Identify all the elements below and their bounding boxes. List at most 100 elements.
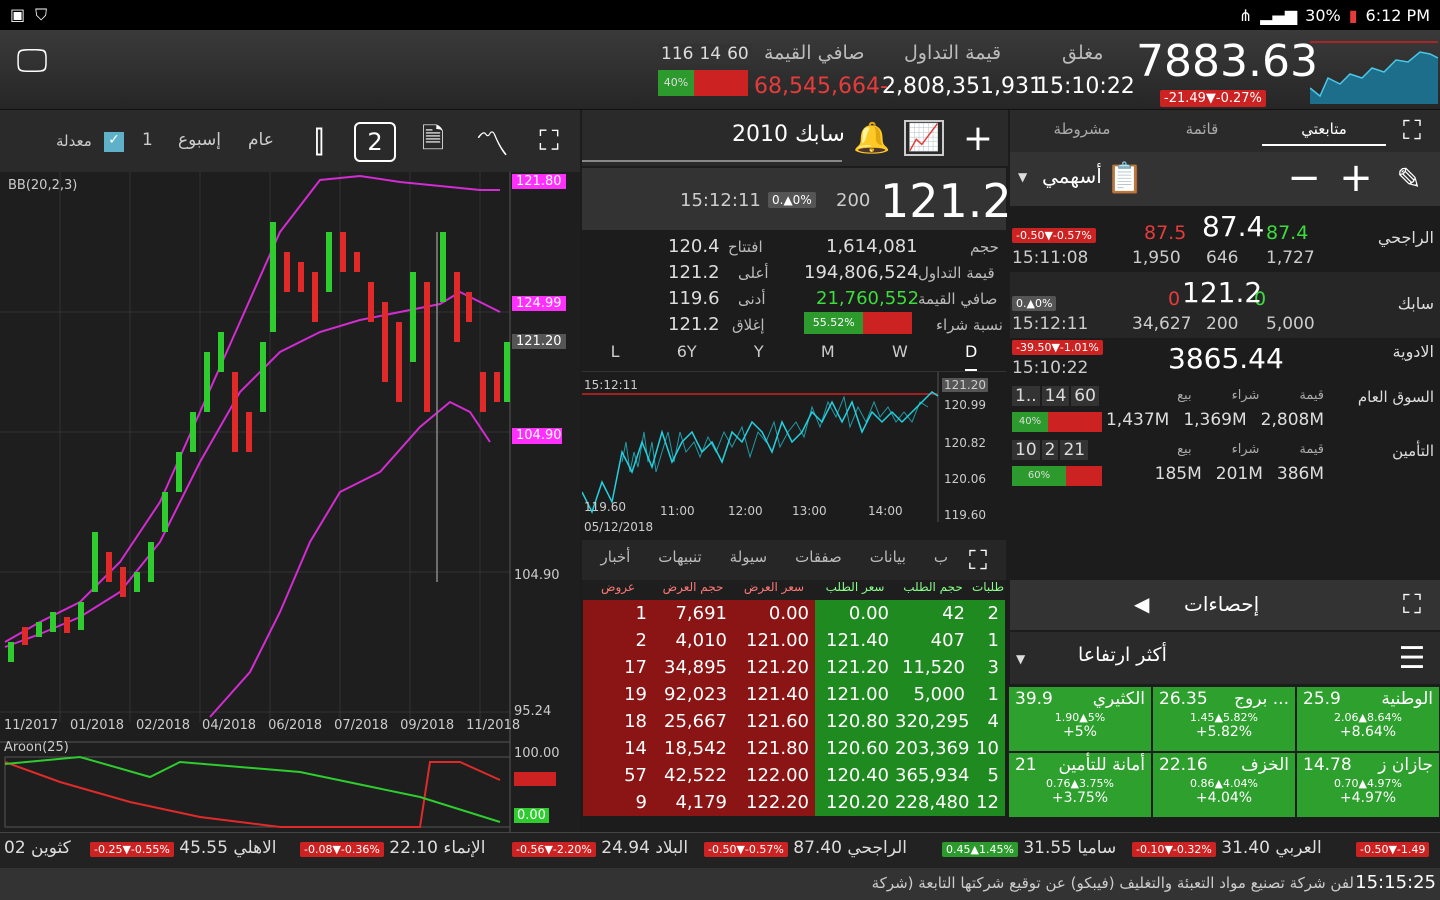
orderbook-cell: 3 bbox=[971, 654, 1005, 681]
news-bar[interactable]: 15:15:25 لفن شركة تصنيع مواد التعبئة وال… bbox=[0, 868, 1440, 900]
period-count[interactable]: 1 bbox=[142, 130, 153, 150]
ticker-item[interactable]: -0.50▼-1.49 bbox=[1356, 838, 1430, 858]
orderbook-cell: 0.00 bbox=[733, 600, 815, 627]
bb-indicator-label: BB(20,2,3) bbox=[8, 178, 78, 193]
detail-tab[interactable]: سيولة bbox=[730, 548, 767, 566]
ticker-item[interactable]: 0.45▲1.45% ساميا 31.55 bbox=[942, 838, 1116, 858]
chart-view-icon[interactable]: 📈 bbox=[904, 120, 944, 156]
period-week[interactable]: إسبوع bbox=[178, 130, 221, 150]
ticker-item[interactable]: كثوين 02 bbox=[4, 838, 71, 858]
orderbook-cell: 1 bbox=[971, 627, 1005, 654]
orderbook-row[interactable]: 4 320,295 120.80 121.60 25,667 18 bbox=[583, 708, 1005, 735]
orderbook-cell: 12 bbox=[971, 789, 1005, 816]
remove-icon[interactable]: − bbox=[1284, 155, 1324, 201]
stock-title[interactable]: 2010 سابك bbox=[732, 122, 845, 147]
ticker-item[interactable]: -0.50▼-0.57% الراجحي 87.40 bbox=[704, 838, 907, 858]
chevron-down-icon[interactable]: ▼ bbox=[1016, 652, 1025, 666]
period-tab[interactable]: 6Y bbox=[677, 342, 697, 371]
orderbook-row[interactable]: 10 203,369 120.60 121.80 18,542 14 bbox=[583, 735, 1005, 762]
list-edit-icon[interactable]: 📋 bbox=[1102, 156, 1148, 200]
monitor-icon[interactable]: 🖵 bbox=[12, 40, 52, 80]
index-sparkline bbox=[1310, 41, 1438, 104]
expand-icon[interactable]: ⛶ bbox=[1394, 588, 1430, 622]
watch-row-rajhi[interactable]: الراجحي 87.4 87.4 87.5 -0.50▼-0.57% 15:1… bbox=[1010, 206, 1440, 270]
sector-row[interactable]: السوق العام 1.. 14 60 40% قيمة شراء بيع 2,… bbox=[1010, 384, 1440, 436]
period-tab[interactable]: W bbox=[892, 342, 908, 371]
intraday-chart[interactable]: 15:12:11 119.60 05/12/2018 11:00 12:00 1… bbox=[581, 372, 1006, 540]
candlestick-chart[interactable] bbox=[0, 172, 580, 832]
stat-cell[interactable]: 26.35 بروج ... 1.45▲5.82% +5.82% bbox=[1152, 686, 1296, 752]
chart-count-button[interactable]: 2 bbox=[354, 122, 396, 162]
notification-icon: ▣ bbox=[10, 5, 26, 24]
detail-tab[interactable]: تنبيهات bbox=[658, 548, 701, 566]
add-icon[interactable]: + bbox=[1336, 155, 1376, 201]
expand-icon[interactable]: ⛶ bbox=[1394, 114, 1430, 148]
index-time: 15:10:22 bbox=[1036, 74, 1135, 99]
period-year[interactable]: عام bbox=[248, 130, 274, 150]
ticker-item[interactable]: -0.56▼-2.20% البلاد 24.94 bbox=[512, 838, 688, 858]
axis-tick: 124.99 bbox=[512, 296, 566, 311]
ticker-item[interactable]: -0.08▼-0.36% الإنماء 22.10 bbox=[300, 838, 485, 858]
chevron-left-icon[interactable]: ◀ bbox=[1134, 592, 1149, 616]
stat-cell[interactable]: 21 أمانة للتأمين 0.76▲3.75% +3.75% bbox=[1008, 752, 1152, 818]
expand-icon[interactable]: ⛶ bbox=[960, 544, 996, 578]
candlestick-icon[interactable]: ⫿ bbox=[296, 122, 342, 162]
aroon-axis-top: 100.00 bbox=[514, 746, 560, 761]
tab-list[interactable]: قائمة bbox=[1162, 120, 1242, 138]
chevron-down-icon[interactable]: ▼ bbox=[1018, 170, 1027, 184]
stat-cell[interactable]: 25.9 الوطنية 2.06▲8.64% +8.64% bbox=[1296, 686, 1440, 752]
orderbook-row[interactable]: 2 42 0.00 0.00 7,691 1 bbox=[583, 600, 1005, 627]
orderbook-row[interactable]: 5 365,934 120.40 122.00 42,522 57 bbox=[583, 762, 1005, 789]
document-icon[interactable]: 🗎 bbox=[412, 122, 454, 162]
orderbook-row[interactable]: 1 407 121.40 121.00 4,010 2 bbox=[583, 627, 1005, 654]
detail-tab[interactable]: صفقات bbox=[795, 548, 842, 566]
period-tab[interactable]: D bbox=[965, 342, 978, 371]
list-icon[interactable]: ☰ bbox=[1390, 638, 1434, 678]
orderbook-header: طلبات حجم الطلب سعر الطلب سعر العرض حجم … bbox=[583, 580, 1005, 600]
expand-icon[interactable]: ⛶ bbox=[530, 122, 568, 160]
breadth-bar: 40% bbox=[658, 70, 748, 96]
axis-tick: 121.80 bbox=[512, 174, 566, 189]
ticker-item[interactable]: -0.25▼-0.55% الاهلي 45.55 bbox=[90, 838, 277, 858]
watch-row-sabic[interactable]: سابك 0 121.2 0 0.▲0% 15:12:11 34,627 200… bbox=[1010, 272, 1440, 338]
orderbook-cell: 203,369 bbox=[895, 735, 971, 762]
orderbook-row[interactable]: 12 228,480 120.20 122.20 4,179 9 bbox=[583, 789, 1005, 816]
orderbook-cell: 19 bbox=[583, 681, 653, 708]
orderbook-cell: 320,295 bbox=[895, 708, 971, 735]
ticker-item[interactable]: -0.10▼-0.32% العربي 31.40 bbox=[1132, 838, 1322, 858]
detail-tab[interactable]: أخبار bbox=[601, 548, 631, 566]
stat-cell[interactable]: 22.16 الخزف 0.86▲4.04% +4.04% bbox=[1152, 752, 1296, 818]
tab-my-watch[interactable]: متابعتي bbox=[1262, 120, 1386, 146]
orderbook-cell: 121.00 bbox=[815, 681, 895, 708]
orderbook-cell: 42,522 bbox=[653, 762, 733, 789]
stats-filter[interactable]: أكثر ارتفاعا bbox=[1078, 644, 1167, 666]
watch-row-pharma[interactable]: الادوية 3865.44 -39.50▼-1.01% 15:10:22 bbox=[1010, 338, 1440, 384]
add-icon[interactable]: + bbox=[958, 118, 998, 159]
orderbook-row[interactable]: 1 5,000 121.00 121.40 92,023 19 bbox=[583, 681, 1005, 708]
adjusted-checkbox[interactable]: ✓ bbox=[104, 132, 124, 152]
tab-conditional[interactable]: مشروطة bbox=[1032, 120, 1132, 138]
watch-group-name[interactable]: أسهمي bbox=[1042, 164, 1102, 188]
line-chart-icon[interactable]: 〽 bbox=[464, 118, 520, 165]
stats-bar: ⛶ إحصاءات ◀ bbox=[1010, 580, 1440, 630]
detail-tabs: ⛶ ب بيانات صفقات سيولة تنبيهات أخبار bbox=[582, 540, 1006, 580]
orderbook-cell: 120.60 bbox=[815, 735, 895, 762]
stock-price: 121.2 bbox=[880, 174, 1012, 228]
sector-row[interactable]: التأمين 10 2 21 60% قيمة شراء بيع 386M 201M… bbox=[1010, 438, 1440, 490]
period-tab[interactable]: Y bbox=[754, 342, 764, 371]
orderbook-row[interactable]: 3 11,520 121.20 121.20 34,895 17 bbox=[583, 654, 1005, 681]
axis-tick: 104.90 bbox=[514, 568, 560, 583]
detail-tab[interactable]: بيانات bbox=[870, 548, 906, 566]
period-tab[interactable]: L bbox=[611, 342, 620, 371]
index-change: -21.49▼-0.27% bbox=[1160, 90, 1266, 107]
edit-icon[interactable]: ✎ bbox=[1386, 158, 1432, 200]
period-tab[interactable]: M bbox=[821, 342, 835, 371]
detail-tab[interactable]: ب bbox=[934, 548, 948, 566]
stock-stats: 120.4 افتتاح 121.2 أعلى 119.6 أدنى 121.2… bbox=[668, 236, 1003, 335]
stat-cell[interactable]: 39.9 الكثيري 1.90▲5% +5% bbox=[1008, 686, 1152, 752]
stat-cell[interactable]: 14.78 جازان ز 0.70▲4.97% +4.97% bbox=[1296, 752, 1440, 818]
bell-icon[interactable]: 🔔 bbox=[852, 118, 892, 158]
clock: 6:12 PM bbox=[1365, 5, 1430, 25]
market-header: 🖵 116 14 60 40% صافي القيمة قيمة التداول… bbox=[0, 30, 1440, 110]
orderbook-cell: 34,895 bbox=[653, 654, 733, 681]
